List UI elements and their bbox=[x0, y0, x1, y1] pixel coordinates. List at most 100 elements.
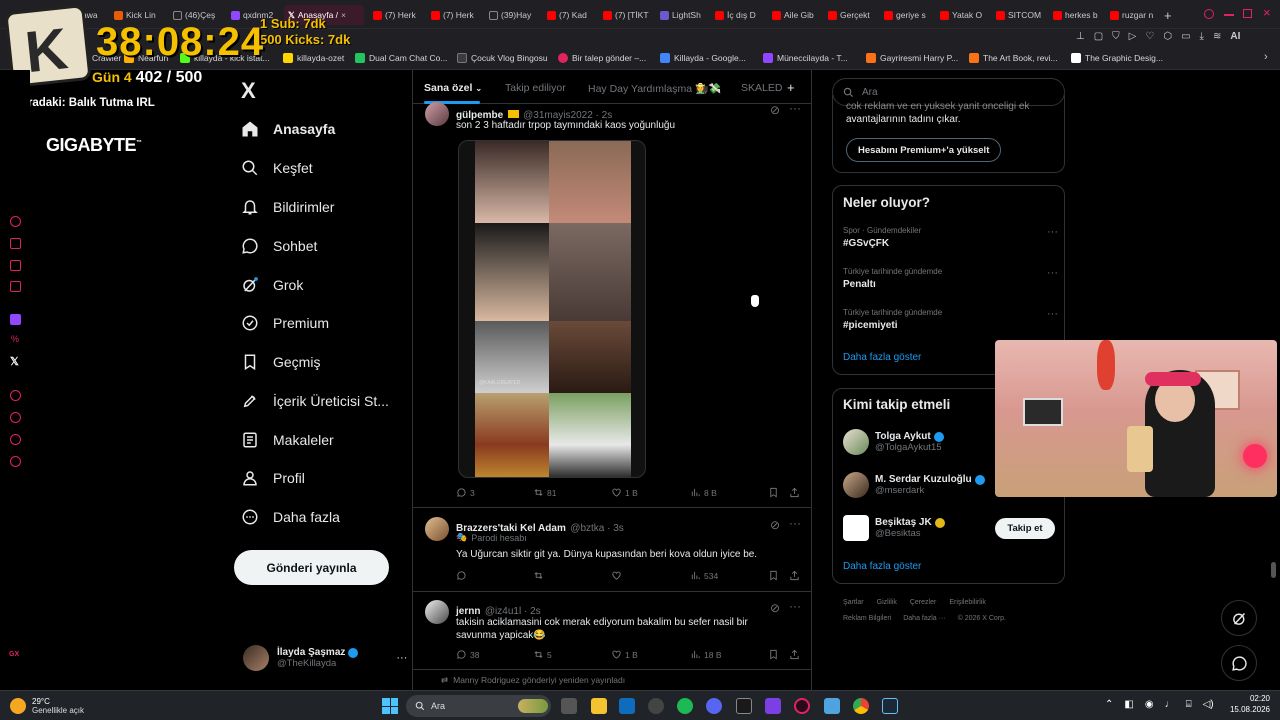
grok-icon[interactable]: ⊘ bbox=[770, 601, 780, 615]
avatar[interactable] bbox=[425, 517, 449, 541]
twitch-icon[interactable] bbox=[10, 314, 21, 325]
cube-icon[interactable]: ⬡ bbox=[1163, 31, 1172, 42]
grid-app-icon[interactable] bbox=[765, 698, 781, 714]
ai-button[interactable]: AI bbox=[1230, 31, 1240, 42]
upgrade-premium-button[interactable]: Hesabını Premium+'a yükselt bbox=[846, 138, 1002, 162]
trend-item[interactable]: Spor · Gündemdekiler #GSvÇFK ··· bbox=[843, 226, 1058, 249]
bookmark[interactable]: Çocuk Vlog Bingosu bbox=[457, 53, 548, 63]
nav-explore[interactable]: Keşfet bbox=[241, 159, 313, 177]
trend-more-icon[interactable]: ··· bbox=[1047, 267, 1058, 279]
github-icon[interactable] bbox=[648, 698, 664, 714]
browser-tab[interactable]: Gerçekt bbox=[828, 5, 874, 25]
power-icon[interactable] bbox=[10, 434, 21, 445]
tweet-more-icon[interactable]: ··· bbox=[789, 101, 801, 115]
browser-tab[interactable]: (7) Kad bbox=[547, 5, 593, 25]
browser-tab[interactable]: Aile Gib bbox=[772, 5, 818, 25]
browser-tab[interactable]: geriye s bbox=[884, 5, 930, 25]
tab-for-you[interactable]: Sana özel ⌄ bbox=[424, 82, 482, 94]
nav-profile[interactable]: Profil bbox=[241, 469, 305, 487]
nav-grok[interactable]: Grok bbox=[241, 276, 303, 294]
browser-tab[interactable]: ruzgar n bbox=[1110, 5, 1160, 25]
circle-icon[interactable] bbox=[10, 216, 21, 227]
taskbar-search-input[interactable]: Ara bbox=[406, 695, 551, 717]
tweet-more-icon[interactable]: ··· bbox=[789, 599, 801, 613]
add-tab-button[interactable]: + bbox=[787, 80, 795, 95]
tweet-more-icon[interactable]: ··· bbox=[789, 516, 801, 530]
browser-tab[interactable]: SITCOM bbox=[996, 5, 1046, 25]
bookmark[interactable]: Bir talep gönder –... bbox=[558, 53, 646, 63]
x-logo-icon[interactable]: X bbox=[241, 78, 256, 104]
clock[interactable]: 02:20 15.08.2026 bbox=[1226, 694, 1270, 714]
bookmark-button[interactable] bbox=[768, 487, 779, 498]
browser-tab[interactable]: (7) Herk bbox=[373, 5, 419, 25]
reply-button[interactable]: 3 bbox=[456, 487, 475, 498]
download-icon[interactable]: ⤓ bbox=[1200, 31, 1204, 42]
bookmark[interactable]: Killayda - Google... bbox=[660, 53, 746, 63]
retweet-button[interactable]: 5 bbox=[533, 649, 552, 660]
show-more-trends-link[interactable]: Daha fazla göster bbox=[843, 352, 921, 363]
pin-icon[interactable]: ⊥ bbox=[1076, 31, 1085, 42]
reply-button[interactable] bbox=[456, 570, 470, 581]
trend-item[interactable]: Türkiye tarihinde gündemde #picemiyeti ·… bbox=[843, 308, 1058, 331]
stop-icon[interactable] bbox=[10, 281, 21, 292]
tray-app-icon[interactable]: ◉ bbox=[1145, 699, 1154, 710]
opera-gx-icon[interactable] bbox=[794, 698, 810, 714]
tab-close-icon[interactable]: × bbox=[341, 10, 346, 20]
nav-bookmarks[interactable]: Geçmiş bbox=[241, 353, 320, 371]
tab-hay-day[interactable]: Hay Day Yardımlaşma 👩‍🌾💸 bbox=[588, 82, 721, 95]
shield-icon[interactable]: ⛉ bbox=[1112, 31, 1120, 42]
app-icon[interactable] bbox=[736, 698, 752, 714]
file-explorer-icon[interactable] bbox=[591, 698, 607, 714]
heart-icon[interactable]: ♡ bbox=[1145, 31, 1154, 42]
alert-icon[interactable] bbox=[10, 238, 21, 249]
share-button[interactable] bbox=[789, 570, 800, 581]
tweet-media[interactable]: @KAALCREATED bbox=[458, 140, 646, 478]
views-button[interactable]: 18 B bbox=[690, 649, 722, 660]
follow-suggestion[interactable]: Beşiktaş JK @Besiktas bbox=[843, 515, 945, 541]
microphone-icon[interactable]: ♩ bbox=[1165, 699, 1175, 710]
chrome-icon[interactable] bbox=[853, 698, 869, 714]
tweet[interactable]: jernn @iz4u1l · 2s ⊘ ··· takisin aciklam… bbox=[413, 592, 811, 670]
bookmark-button[interactable] bbox=[768, 649, 779, 660]
show-more-follow-link[interactable]: Daha fazla göster bbox=[843, 561, 921, 572]
avatar[interactable] bbox=[425, 102, 449, 126]
browser-tab[interactable]: herkes b bbox=[1053, 5, 1101, 25]
maximize-icon[interactable] bbox=[1243, 9, 1252, 18]
volume-icon[interactable]: ◁) bbox=[1203, 699, 1214, 710]
reply-button[interactable]: 38 bbox=[456, 649, 479, 660]
bookmark[interactable]: Müneccilayda - T... bbox=[763, 53, 848, 63]
follow-suggestion[interactable]: Tolga Aykut @TolgaAykut15 bbox=[843, 429, 944, 455]
grok-icon[interactable]: ⊘ bbox=[770, 103, 780, 117]
trend-item[interactable]: Türkiye tarihinde gündemde Penaltı ··· bbox=[843, 267, 1058, 290]
post-button[interactable]: Gönderi yayınla bbox=[234, 550, 389, 585]
tab-following[interactable]: Takip ediliyor bbox=[505, 82, 566, 94]
gear-icon[interactable] bbox=[10, 456, 21, 467]
browser-tab[interactable]: (7) [TİKT bbox=[603, 5, 651, 25]
discord-icon[interactable] bbox=[706, 698, 722, 714]
follow-button[interactable]: Takip et bbox=[995, 518, 1055, 539]
nav-more[interactable]: Daha fazla bbox=[241, 508, 340, 526]
windows-start-icon[interactable] bbox=[382, 698, 398, 714]
views-button[interactable]: 8 B bbox=[690, 487, 717, 498]
x-icon[interactable]: 𝕏 bbox=[10, 355, 19, 368]
retweet-button[interactable] bbox=[533, 570, 547, 581]
close-icon[interactable]: × bbox=[1263, 5, 1271, 20]
play-icon[interactable]: ▷ bbox=[1129, 31, 1137, 42]
percent-icon[interactable]: % bbox=[11, 334, 19, 344]
nav-creator-studio[interactable]: İçerik Üreticisi St... bbox=[241, 392, 389, 410]
retweet-button[interactable]: 81 bbox=[533, 487, 556, 498]
new-tab-button[interactable]: + bbox=[1164, 5, 1178, 25]
browser-tab[interactable]: (39)Hay bbox=[489, 5, 535, 25]
like-button[interactable] bbox=[611, 570, 625, 581]
bookmark[interactable]: Dual Cam Chat Co... bbox=[355, 53, 447, 63]
account-more-icon[interactable]: ··· bbox=[396, 652, 407, 664]
settings-icon[interactable]: ≋ bbox=[1213, 31, 1221, 42]
network-icon[interactable]: ⌸ bbox=[1186, 699, 1192, 710]
spotify-icon[interactable] bbox=[677, 698, 693, 714]
app-tray-icon[interactable]: ◧ bbox=[1124, 699, 1133, 710]
notepad-icon[interactable] bbox=[824, 698, 840, 714]
browser-tab[interactable]: Yatak O bbox=[940, 5, 988, 25]
views-button[interactable]: 534 bbox=[690, 570, 718, 581]
bookmark-button[interactable] bbox=[768, 570, 779, 581]
mail-icon[interactable] bbox=[619, 698, 635, 714]
